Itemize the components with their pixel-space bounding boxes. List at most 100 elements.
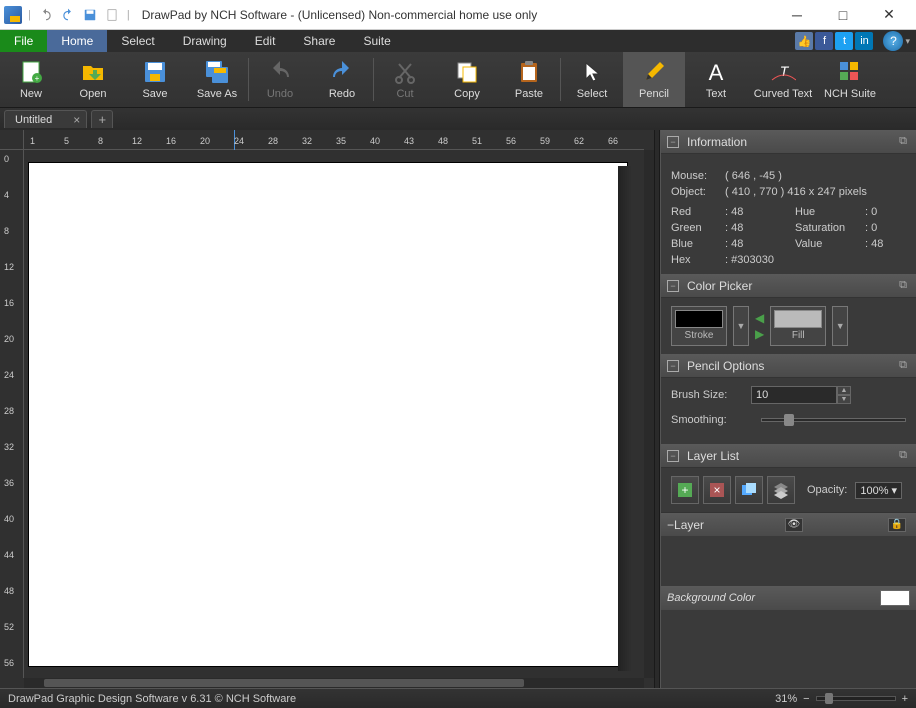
document-tabstrip: Untitled × + [0, 108, 916, 130]
saveas-icon [204, 59, 230, 85]
open-button[interactable]: Open [62, 52, 124, 107]
suite-icon [837, 59, 863, 85]
opacity-value[interactable]: 100% ▾ [855, 482, 902, 499]
fill-swatch[interactable]: Fill [770, 306, 826, 346]
stroke-dropdown[interactable]: ▼ [733, 306, 749, 346]
zoom-in-button[interactable]: + [902, 693, 908, 705]
duplicate-layer-button[interactable] [735, 476, 763, 504]
canvas[interactable] [28, 162, 628, 667]
cut-icon [392, 59, 418, 85]
titlebar: | | DrawPad by NCH Software - (Unlicense… [0, 0, 916, 30]
linkedin-icon[interactable]: in [855, 32, 873, 50]
undo-icon [267, 59, 293, 85]
add-tab-button[interactable]: + [91, 110, 113, 128]
menu-select[interactable]: Select [107, 30, 168, 52]
menu-home[interactable]: Home [47, 30, 107, 52]
text-icon: A [703, 59, 729, 85]
panel-colorpicker-body: Stroke ▼ ◀▶ Fill ▼ [661, 298, 916, 354]
stroke-swatch[interactable]: Stroke [671, 306, 727, 346]
curved-text-icon: T [770, 59, 796, 85]
panel-layerlist-header[interactable]: − Layer List ⧉ [661, 444, 916, 468]
side-panel: − Information ⧉ Mouse:( 646 , -45 ) Obje… [660, 130, 916, 688]
horizontal-scrollbar[interactable] [24, 678, 644, 688]
vertical-scrollbar[interactable] [644, 150, 654, 678]
background-color-swatch[interactable] [880, 590, 910, 606]
text-tool-button[interactable]: A Text [685, 52, 747, 107]
redo-button[interactable]: Redo [311, 52, 373, 107]
panel-information-header[interactable]: − Information ⧉ [661, 130, 916, 154]
collapse-icon[interactable]: − [667, 450, 679, 462]
layer-thumbnail-area[interactable] [661, 536, 916, 586]
zoom-value: 31% [775, 693, 797, 705]
popout-icon[interactable]: ⧉ [896, 135, 910, 149]
minimize-button[interactable]: ─ [774, 0, 820, 30]
undo-button[interactable]: Undo [249, 52, 311, 107]
visibility-icon[interactable]: 👁 [785, 518, 803, 532]
background-color-row[interactable]: Background Color [661, 586, 916, 610]
swap-colors-icon[interactable]: ◀▶ [755, 311, 764, 341]
collapse-icon[interactable]: − [667, 360, 679, 372]
open-icon [80, 59, 106, 85]
redo-qat-icon[interactable] [59, 6, 77, 24]
copy-button[interactable]: Copy [436, 52, 498, 107]
help-icon[interactable]: ? [883, 31, 903, 51]
menu-file[interactable]: File [0, 30, 47, 52]
lock-icon[interactable]: 🔒 [888, 518, 906, 532]
menu-drawing[interactable]: Drawing [169, 30, 241, 52]
delete-layer-button[interactable]: × [703, 476, 731, 504]
close-button[interactable]: ✕ [866, 0, 912, 30]
curved-text-button[interactable]: T Curved Text [747, 52, 819, 107]
undo-qat-icon[interactable] [37, 6, 55, 24]
panel-layer-header[interactable]: − Layer 👁 🔒 [661, 512, 916, 536]
panel-penciloptions-header[interactable]: − Pencil Options ⧉ [661, 354, 916, 378]
spinner-down[interactable]: ▼ [837, 395, 851, 404]
statusbar: DrawPad Graphic Design Software v 6.31 ©… [0, 688, 916, 708]
save-qat-icon[interactable] [81, 6, 99, 24]
pencil-icon [641, 59, 667, 85]
svg-text:×: × [713, 483, 720, 497]
document-tab[interactable]: Untitled × [4, 110, 87, 128]
new-button[interactable]: + New [0, 52, 62, 107]
menu-edit[interactable]: Edit [241, 30, 290, 52]
fill-dropdown[interactable]: ▼ [832, 306, 848, 346]
select-tool-button[interactable]: Select [561, 52, 623, 107]
zoom-slider[interactable] [816, 696, 896, 701]
facebook-icon[interactable]: f [815, 32, 833, 50]
menu-suite[interactable]: Suite [349, 30, 404, 52]
document-tab-label: Untitled [15, 114, 52, 126]
merge-layer-button[interactable] [767, 476, 795, 504]
paste-icon [516, 59, 542, 85]
popout-icon[interactable]: ⧉ [896, 279, 910, 293]
save-button[interactable]: Save [124, 52, 186, 107]
ribbon: + New Open Save Save As Undo Redo Cut Co… [0, 52, 916, 108]
cut-button[interactable]: Cut [374, 52, 436, 107]
panel-colorpicker-header[interactable]: − Color Picker ⧉ [661, 274, 916, 298]
collapse-icon[interactable]: − [667, 518, 674, 532]
pencil-tool-button[interactable]: Pencil [623, 52, 685, 107]
nch-suite-button[interactable]: NCH Suite [819, 52, 881, 107]
saveas-button[interactable]: Save As [186, 52, 248, 107]
close-tab-icon[interactable]: × [73, 113, 80, 127]
spinner-up[interactable]: ▲ [837, 386, 851, 395]
zoom-out-button[interactable]: − [803, 693, 809, 705]
app-icon [4, 6, 22, 24]
status-text: DrawPad Graphic Design Software v 6.31 ©… [8, 693, 296, 705]
new-qat-icon[interactable] [103, 6, 121, 24]
popout-icon[interactable]: ⧉ [896, 449, 910, 463]
redo-icon [329, 59, 355, 85]
add-layer-button[interactable]: + [671, 476, 699, 504]
collapse-icon[interactable]: − [667, 136, 679, 148]
collapse-icon[interactable]: − [667, 280, 679, 292]
smoothing-slider[interactable] [761, 418, 906, 422]
popout-icon[interactable]: ⧉ [896, 359, 910, 373]
new-icon: + [18, 59, 44, 85]
paste-button[interactable]: Paste [498, 52, 560, 107]
panel-penciloptions-body: Brush Size: ▲▼ Smoothing: [661, 378, 916, 444]
cursor-icon [579, 59, 605, 85]
maximize-button[interactable]: □ [820, 0, 866, 30]
canvas-area[interactable]: 158121620242832354043485156596266 048121… [0, 130, 654, 688]
like-icon[interactable]: 👍 [795, 32, 813, 50]
menu-share[interactable]: Share [289, 30, 349, 52]
brush-size-input[interactable] [751, 386, 837, 404]
twitter-icon[interactable]: t [835, 32, 853, 50]
